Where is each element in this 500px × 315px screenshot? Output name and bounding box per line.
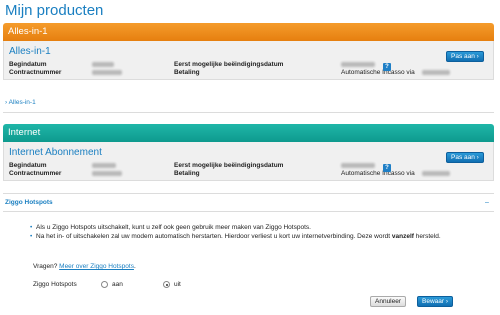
divider (3, 112, 494, 113)
contractnummer-label: Contractnummer (9, 69, 62, 76)
contractnummer-value-redacted (92, 70, 122, 75)
contractnummer-label: Contractnummer (9, 170, 62, 177)
radio-aan[interactable] (101, 281, 108, 288)
breadcrumb-alles-in-1[interactable]: › Alles-in-1 (5, 99, 36, 106)
save-label: Bewaar (422, 298, 445, 305)
begindatum-value-redacted (92, 163, 116, 168)
einddatum-label: Eerst mogelijke beëindigingsdatum (174, 61, 284, 68)
vragen-line: Vragen? Meer over Ziggo Hotspots. (33, 263, 136, 270)
hotspots-info-list: • Als u Ziggo Hotspots uitschakelt, kunt… (30, 223, 470, 241)
bullet-icon: • (30, 224, 33, 231)
betaling-label: Betaling (174, 170, 200, 177)
begindatum-label: Begindatum (9, 61, 47, 68)
divider (3, 211, 494, 212)
pas-aan-button[interactable]: Pas aan › (446, 152, 484, 163)
hotspots-field-label: Ziggo Hotspots (33, 281, 77, 288)
betaling-value: Automatische Incasso via (341, 170, 415, 177)
radio-uit-label: uit (174, 281, 181, 288)
arrow-right-icon: › (476, 53, 479, 60)
section-header-alles-in-1: Alles-in-1 (3, 23, 494, 41)
betaling-label: Betaling (174, 69, 200, 76)
account-value-redacted (422, 70, 450, 75)
pas-aan-label: Pas aan (451, 154, 475, 161)
bullet-text: hersteld. (415, 233, 441, 240)
einddatum-value-redacted (341, 62, 375, 67)
einddatum-value-redacted (341, 163, 375, 168)
radio-uit[interactable] (163, 281, 170, 288)
arrow-right-icon: › (476, 154, 479, 161)
list-item: • Als u Ziggo Hotspots uitschakelt, kunt… (30, 223, 470, 232)
bullet-icon: • (30, 233, 33, 240)
section-header-internet: Internet (3, 124, 494, 142)
contractnummer-value-redacted (92, 171, 122, 176)
radio-aan-label: aan (112, 281, 123, 288)
meer-over-hotspots-link[interactable]: Meer over Ziggo Hotspots (59, 263, 134, 270)
divider (3, 193, 494, 194)
product-title: Internet Abonnement (9, 147, 102, 158)
bullet-text: Als u Ziggo Hotspots uitschakelt, kunt u… (36, 224, 311, 231)
page-title: Mijn producten (5, 2, 104, 19)
einddatum-label: Eerst mogelijke beëindigingsdatum (174, 162, 284, 169)
hotspots-title[interactable]: Ziggo Hotspots (5, 199, 53, 206)
product-panel-alles-in-1: Alles-in-1 Begindatum Contractnummer Eer… (3, 41, 494, 80)
bullet-text: Na het in- of uitschakelen zal uw modem … (36, 233, 391, 240)
vragen-suffix: . (133, 263, 136, 270)
save-button[interactable]: Bewaar › (417, 296, 454, 307)
betaling-value: Automatische Incasso via (341, 69, 415, 76)
pas-aan-button[interactable]: Pas aan › (446, 51, 484, 62)
begindatum-value-redacted (92, 62, 114, 67)
list-item: • Na het in- of uitschakelen zal uw mode… (30, 232, 470, 241)
product-title: Alles-in-1 (9, 46, 51, 57)
collapse-icon[interactable]: – (485, 199, 489, 206)
begindatum-label: Begindatum (9, 162, 47, 169)
cancel-button[interactable]: Annuleer (370, 296, 407, 307)
help-icon[interactable]: ? (383, 63, 391, 71)
bullet-bold-text: vanzelf (391, 233, 414, 240)
product-panel-internet: Internet Abonnement Begindatum Contractn… (3, 142, 494, 181)
help-icon[interactable]: ? (383, 164, 391, 172)
vragen-label: Vragen? (33, 263, 58, 270)
arrow-right-icon: › (445, 298, 449, 305)
pas-aan-label: Pas aan (451, 53, 475, 60)
account-value-redacted (422, 171, 450, 176)
